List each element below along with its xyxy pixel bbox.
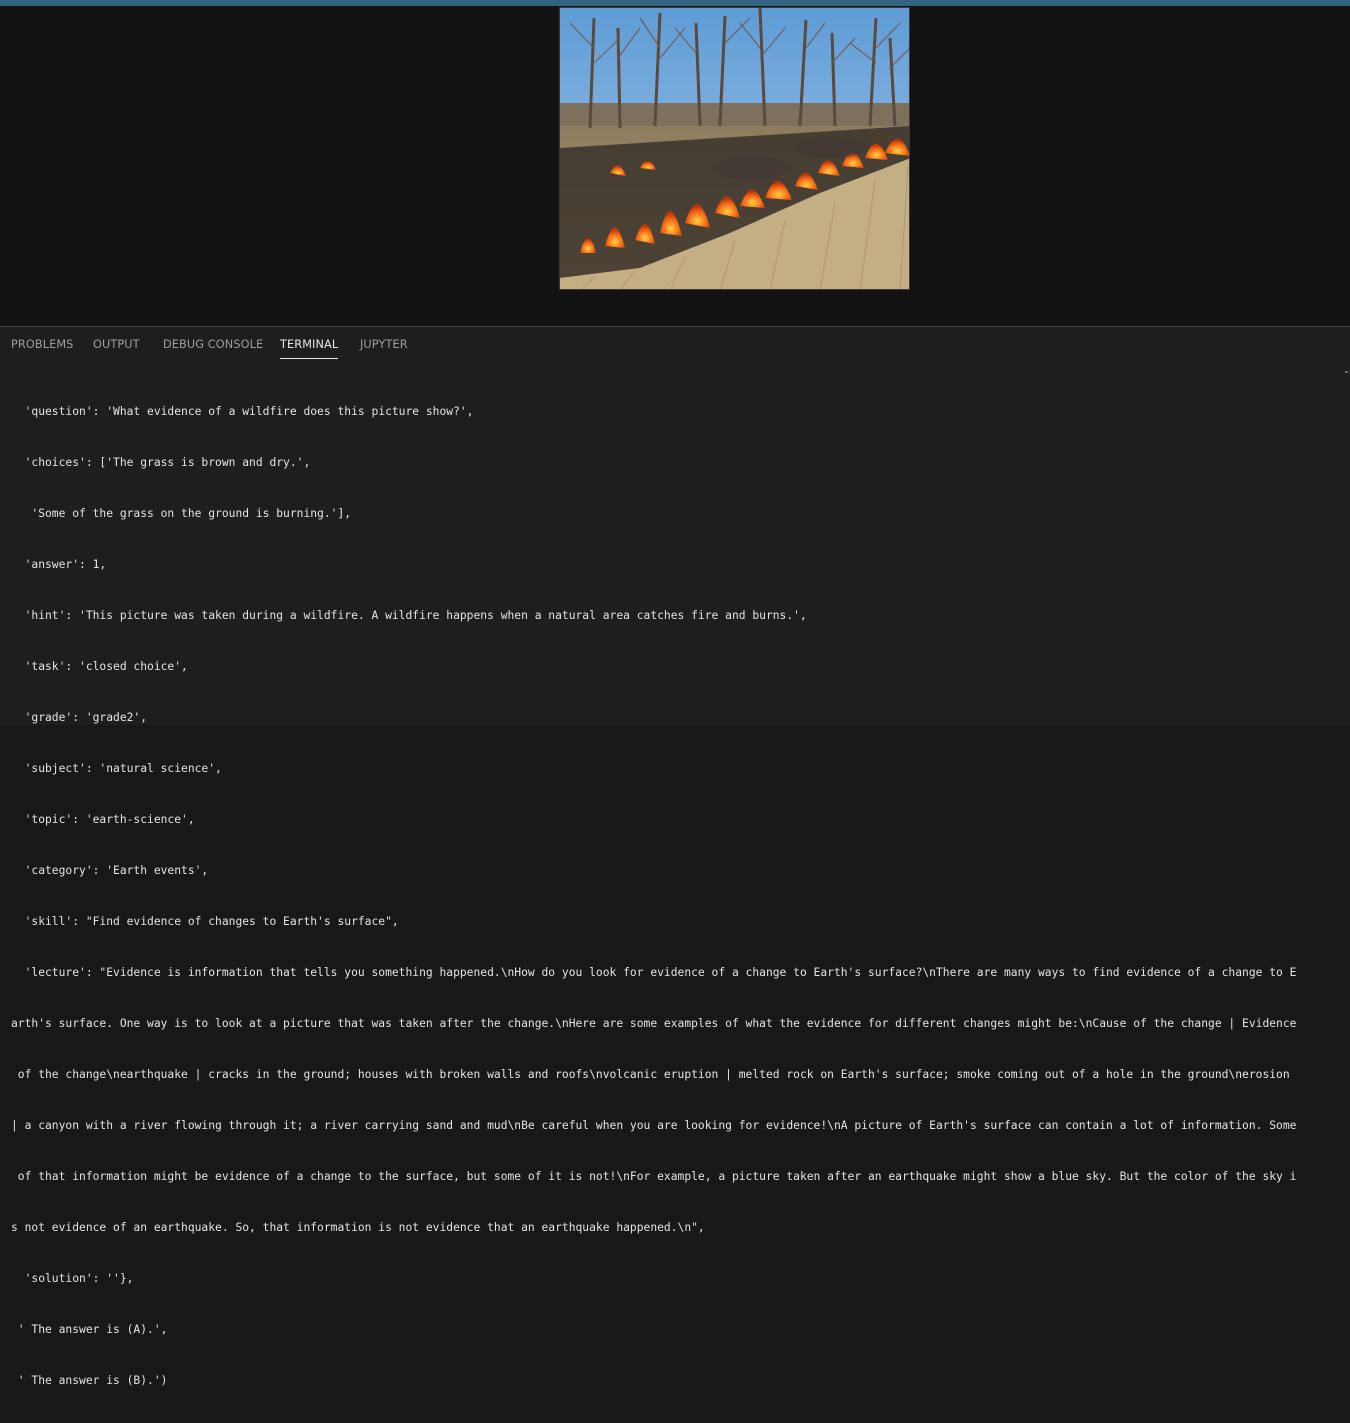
terminal-line: arth's surface. One way is to look at a …: [11, 1017, 1297, 1030]
terminal-line: 'topic': 'earth-science',: [11, 813, 195, 826]
terminal-line: 'question': 'What evidence of a wildfire…: [11, 405, 474, 418]
bottom-panel: PROBLEMS OUTPUT DEBUG CONSOLE TERMINAL J…: [0, 326, 1350, 1387]
terminal-line: | a canyon with a river flowing through …: [11, 1119, 1297, 1132]
tab-output[interactable]: OUTPUT: [93, 338, 140, 351]
terminal-line: 'solution': ''},: [11, 1272, 134, 1285]
tab-terminal[interactable]: TERMINAL: [280, 338, 339, 359]
terminal-line: of the change\nearthquake | cracks in th…: [11, 1068, 1290, 1081]
terminal-scrollbar[interactable]: [1345, 371, 1348, 373]
terminal-line: 'choices': ['The grass is brown and dry.…: [11, 456, 311, 469]
terminal-line: 'answer': 1,: [11, 558, 107, 571]
terminal-line: ' The answer is (A).',: [11, 1323, 168, 1336]
terminal-line: ' The answer is (B).'): [11, 1374, 168, 1387]
tab-problems[interactable]: PROBLEMS: [11, 338, 73, 351]
terminal-line: 'lecture': "Evidence is information that…: [11, 966, 1297, 979]
terminal-line: 'hint': 'This picture was taken during a…: [11, 609, 807, 622]
terminal-line: of that information might be evidence of…: [11, 1170, 1297, 1183]
terminal-line: 'skill': "Find evidence of changes to Ea…: [11, 915, 399, 928]
terminal-line: 'category': 'Earth events',: [11, 864, 209, 877]
tab-debug-console[interactable]: DEBUG CONSOLE: [163, 338, 263, 351]
terminal-line: 'grade': 'grade2',: [11, 711, 148, 724]
terminal-line: s not evidence of an earthquake. So, tha…: [11, 1221, 705, 1234]
terminal-line: 'Some of the grass on the ground is burn…: [11, 507, 352, 520]
terminal-output[interactable]: 'question': 'What evidence of a wildfire…: [11, 369, 1341, 1423]
terminal-line: 'task': 'closed choice',: [11, 660, 188, 673]
terminal-line: 'subject': 'natural science',: [11, 762, 222, 775]
wildfire-photo: [559, 7, 910, 290]
panel-tab-bar: PROBLEMS OUTPUT DEBUG CONSOLE TERMINAL J…: [0, 327, 1350, 363]
tab-jupyter[interactable]: JUPYTER: [360, 338, 408, 351]
